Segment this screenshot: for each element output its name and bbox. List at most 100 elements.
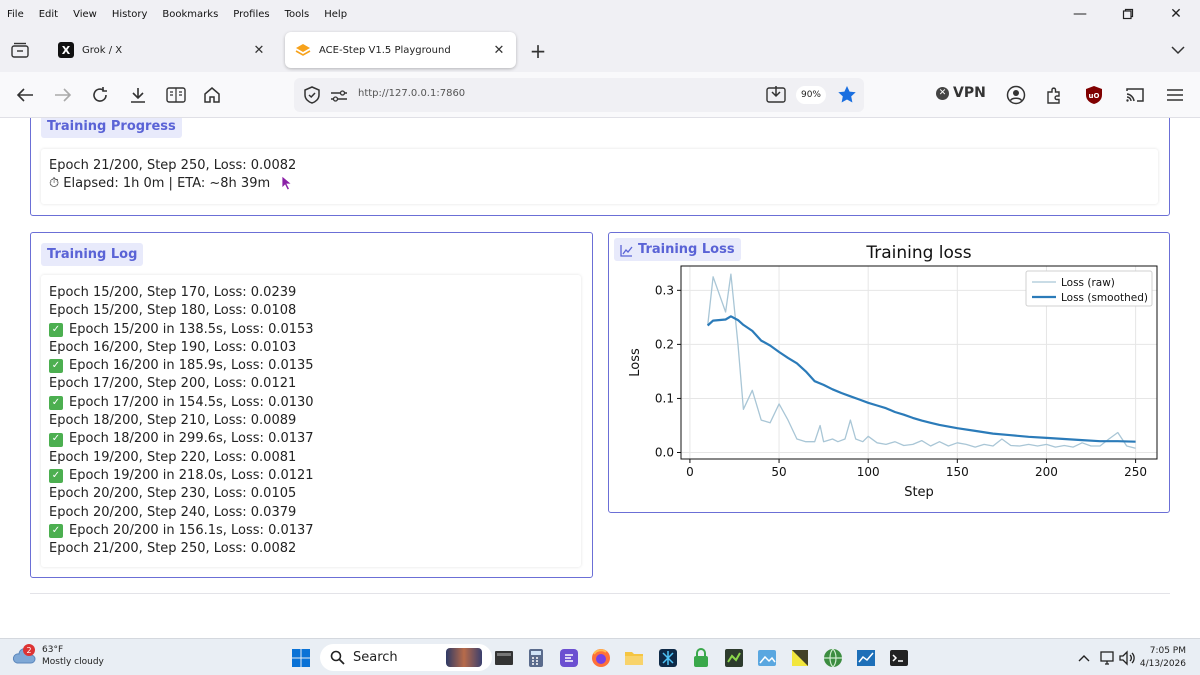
back-icon[interactable] xyxy=(14,84,36,106)
chevron-down-icon[interactable] xyxy=(1170,42,1186,58)
mouse-cursor xyxy=(281,175,293,195)
volume-icon[interactable] xyxy=(1116,647,1138,669)
training-progress-panel: Training Progress Epoch 21/200, Step 250… xyxy=(30,118,1170,216)
log-line-text: Epoch 19/200 in 218.0s, Loss: 0.0121 xyxy=(69,467,314,483)
app-green-icon[interactable] xyxy=(723,647,745,669)
check-mark-icon: ✓ xyxy=(49,322,63,337)
y-tick-label: 0.0 xyxy=(655,446,674,460)
menu-item-profiles[interactable]: Profiles xyxy=(226,9,277,20)
check-mark-icon: ✓ xyxy=(49,432,63,447)
tab-list-icon[interactable] xyxy=(8,38,32,62)
app-network-icon[interactable] xyxy=(657,647,679,669)
account-icon[interactable] xyxy=(1005,84,1027,106)
weather-widget[interactable]: 2 63°F Mostly cloudy xyxy=(12,644,104,668)
system-clock[interactable]: 7:05 PM 4/13/2026 xyxy=(1140,645,1186,671)
reader-view-icon[interactable] xyxy=(165,84,187,106)
vpn-label: VPN xyxy=(953,85,986,101)
log-line: ✓ Epoch 20/200 in 156.1s, Loss: 0.0137 xyxy=(49,522,573,540)
menu-item-edit[interactable]: Edit xyxy=(32,9,66,20)
new-tab-icon[interactable]: + xyxy=(527,39,549,63)
zoom-level[interactable]: 90% xyxy=(796,86,826,104)
y-tick-label: 0.2 xyxy=(655,337,674,351)
tab-ace-step[interactable]: ACE-Step V1.5 Playground ✕ xyxy=(285,32,516,68)
terminal-icon[interactable] xyxy=(888,647,910,669)
hamburger-menu-icon[interactable] xyxy=(1164,84,1186,106)
url-text[interactable]: http://127.0.0.1:7860 xyxy=(358,88,465,99)
terminal-app-icon[interactable] xyxy=(493,647,515,669)
log-line: Epoch 20/200, Step 240, Loss: 0.0379 xyxy=(49,504,573,522)
forward-icon[interactable] xyxy=(52,84,74,106)
vpn-button[interactable]: ✕ VPN xyxy=(936,85,986,101)
legend-label: Loss (raw) xyxy=(1061,277,1115,289)
search-icon xyxy=(330,650,345,665)
weather-temp: 63°F xyxy=(42,645,64,655)
save-to-pocket-icon[interactable] xyxy=(766,85,786,107)
log-line: Epoch 18/200, Step 210, Loss: 0.0089 xyxy=(49,412,573,430)
log-line: ✓ Epoch 15/200 in 138.5s, Loss: 0.0153 xyxy=(49,321,573,339)
app-lock-icon[interactable] xyxy=(690,647,712,669)
log-line-text: Epoch 18/200 in 299.6s, Loss: 0.0137 xyxy=(69,431,314,447)
training-loss-panel: Training Loss Training loss 0 50 100 150 200 2… xyxy=(608,232,1170,513)
windows-start-icon[interactable] xyxy=(290,647,312,669)
log-line: Epoch 17/200, Step 200, Loss: 0.0121 xyxy=(49,375,573,393)
y-tick-label: 0.3 xyxy=(655,283,674,297)
chevron-up-icon[interactable] xyxy=(1073,647,1095,669)
close-window-icon[interactable]: ✕ xyxy=(1152,0,1200,28)
downloads-icon[interactable] xyxy=(127,84,149,106)
minimize-icon[interactable]: — xyxy=(1056,0,1104,28)
ublock-origin-icon[interactable]: uO xyxy=(1083,84,1105,106)
page-content: Training Progress Epoch 21/200, Step 250… xyxy=(0,118,1200,638)
search-highlight-image xyxy=(446,648,482,667)
weather-desc: Mostly cloudy xyxy=(42,657,104,667)
app-photos-icon[interactable] xyxy=(756,647,778,669)
menu-item-bookmarks[interactable]: Bookmarks xyxy=(155,9,226,20)
log-line: ✓ Epoch 18/200 in 299.6s, Loss: 0.0137 xyxy=(49,430,573,448)
menu-item-file[interactable]: File xyxy=(0,9,32,20)
x-tick-label: 100 xyxy=(857,465,880,479)
shield-icon[interactable] xyxy=(304,86,320,108)
file-explorer-icon[interactable] xyxy=(623,647,645,669)
app-notes-icon[interactable] xyxy=(789,647,811,669)
app-purple-icon[interactable] xyxy=(558,647,580,669)
x-logo-icon: X xyxy=(58,42,74,58)
menu-item-view[interactable]: View xyxy=(66,9,105,20)
site-permissions-icon[interactable] xyxy=(330,88,348,107)
x-axis-label: Step xyxy=(904,485,934,500)
tab-grok[interactable]: X Grok / X ✕ xyxy=(48,32,276,68)
x-tick-label: 50 xyxy=(771,465,786,479)
window-controls: — ✕ xyxy=(1056,0,1200,28)
restore-icon[interactable] xyxy=(1104,0,1152,28)
home-icon[interactable] xyxy=(201,84,223,106)
app-chart-icon[interactable] xyxy=(855,647,877,669)
navigation-bar: http://127.0.0.1:7860 90% ✕ VPN uO xyxy=(0,72,1200,118)
log-line-text: Epoch 19/200, Step 220, Loss: 0.0081 xyxy=(49,449,297,465)
log-line-text: Epoch 21/200, Step 250, Loss: 0.0082 xyxy=(49,541,297,557)
log-line-text: Epoch 15/200, Step 170, Loss: 0.0239 xyxy=(49,285,297,300)
calculator-icon[interactable] xyxy=(525,647,547,669)
clock-time: 7:05 PM xyxy=(1149,646,1186,656)
extensions-icon[interactable] xyxy=(1043,84,1065,106)
bookmark-star-icon[interactable] xyxy=(837,85,857,108)
log-line: Epoch 15/200, Step 170, Loss: 0.0239 xyxy=(49,284,573,302)
x-tick-label: 200 xyxy=(1035,465,1058,479)
close-tab-icon[interactable]: ✕ xyxy=(248,39,270,61)
check-mark-icon: ✓ xyxy=(49,469,63,484)
firefox-icon[interactable] xyxy=(590,647,612,669)
taskbar-search[interactable]: Search xyxy=(320,644,492,671)
menu-item-tools[interactable]: Tools xyxy=(278,9,318,20)
menu-item-history[interactable]: History xyxy=(105,9,156,20)
reload-icon[interactable] xyxy=(89,84,111,106)
legend-label: Loss (smoothed) xyxy=(1061,292,1148,304)
log-line-text: Epoch 20/200, Step 230, Loss: 0.0105 xyxy=(49,486,297,502)
tab-title: ACE-Step V1.5 Playground xyxy=(319,44,451,56)
log-line-text: Epoch 16/200 in 185.9s, Loss: 0.0135 xyxy=(69,358,314,374)
log-line-text: Epoch 20/200 in 156.1s, Loss: 0.0137 xyxy=(69,522,314,538)
app-globe-icon[interactable] xyxy=(822,647,844,669)
close-tab-icon[interactable]: ✕ xyxy=(488,39,510,61)
log-line: Epoch 20/200, Step 230, Loss: 0.0105 xyxy=(49,485,573,503)
menu-bar: File Edit View History Bookmarks Profiles Tool… xyxy=(0,0,1200,28)
svg-text:uO: uO xyxy=(1089,92,1100,100)
url-bar[interactable]: http://127.0.0.1:7860 90% xyxy=(294,78,864,112)
cast-icon[interactable] xyxy=(1124,84,1146,106)
menu-item-help[interactable]: Help xyxy=(317,9,355,20)
